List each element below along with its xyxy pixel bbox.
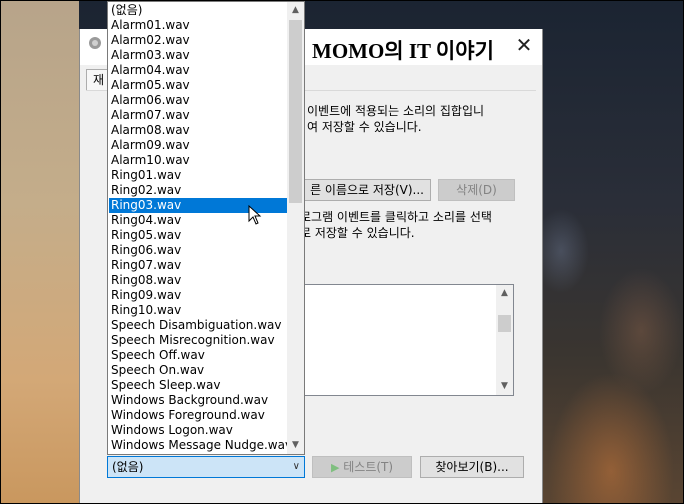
sound-options-list[interactable]: (없음) Alarm01.wav Alarm02.wav Alarm03.wav Ala… bbox=[107, 1, 305, 455]
events-scroll-thumb[interactable] bbox=[498, 315, 511, 332]
window-title: MOMO의 IT 이야기 bbox=[312, 39, 494, 63]
event-description: 로그램 이벤트를 클릭하고 소리를 선택 로 저장할 수 있습니다. bbox=[300, 210, 492, 240]
desktop-background-left bbox=[1, 1, 79, 503]
play-icon: ▶ bbox=[330, 461, 340, 474]
sound-option[interactable]: (없음) bbox=[109, 3, 287, 18]
sound-option[interactable]: Alarm10.wav bbox=[109, 153, 287, 168]
sound-option[interactable]: Alarm08.wav bbox=[109, 123, 287, 138]
speaker-icon bbox=[88, 36, 102, 50]
test-button[interactable]: ▶ 테스트(T) bbox=[312, 456, 412, 478]
sound-option[interactable]: Ring02.wav bbox=[109, 183, 287, 198]
sound-option[interactable]: Alarm05.wav bbox=[109, 78, 287, 93]
scroll-down-icon[interactable]: ▼ bbox=[287, 437, 304, 454]
sound-option[interactable]: Ring07.wav bbox=[109, 258, 287, 273]
sound-option[interactable]: Speech Off.wav bbox=[109, 348, 287, 363]
browse-button[interactable]: 찾아보기(B)... bbox=[420, 456, 524, 478]
options-scrollbar[interactable]: ▲ ▼ bbox=[287, 2, 304, 454]
events-scrollbar[interactable]: ▲ ▼ bbox=[496, 285, 513, 395]
options-container: (없음) Alarm01.wav Alarm02.wav Alarm03.wav Ala… bbox=[109, 3, 287, 453]
sound-option[interactable]: Ring10.wav bbox=[109, 303, 287, 318]
scroll-up-icon[interactable]: ▲ bbox=[287, 2, 304, 19]
options-scroll-thumb[interactable] bbox=[289, 20, 302, 203]
sound-option[interactable]: Ring05.wav bbox=[109, 228, 287, 243]
test-button-label: 테스트(T) bbox=[343, 460, 394, 474]
close-button[interactable]: ✕ bbox=[513, 34, 535, 56]
mouse-pointer-icon bbox=[248, 205, 262, 225]
sound-option[interactable]: Ring06.wav bbox=[109, 243, 287, 258]
sound-option[interactable]: Alarm09.wav bbox=[109, 138, 287, 153]
sound-option[interactable]: Speech Misrecognition.wav bbox=[109, 333, 287, 348]
sound-option[interactable]: Windows Foreground.wav bbox=[109, 408, 287, 423]
sound-option[interactable]: Ring09.wav bbox=[109, 288, 287, 303]
sound-option[interactable]: Speech Sleep.wav bbox=[109, 378, 287, 393]
scroll-up-icon[interactable]: ▲ bbox=[496, 285, 513, 302]
scheme-description: 이벤트에 적용되는 소리의 집합입니 여 저장할 수 있습니다. bbox=[307, 104, 485, 134]
sound-option[interactable]: Alarm06.wav bbox=[109, 93, 287, 108]
sound-option[interactable]: Ring01.wav bbox=[109, 168, 287, 183]
sound-select-value: (없음) bbox=[112, 460, 144, 474]
sound-option[interactable]: Windows Background.wav bbox=[109, 393, 287, 408]
sound-select[interactable]: (없음) ∨ bbox=[107, 456, 305, 478]
sound-option[interactable]: Speech On.wav bbox=[109, 363, 287, 378]
sound-option[interactable]: Speech Disambiguation.wav bbox=[109, 318, 287, 333]
sound-option[interactable]: Ring08.wav bbox=[109, 273, 287, 288]
sound-option[interactable]: Alarm03.wav bbox=[109, 48, 287, 63]
sound-option[interactable]: Alarm04.wav bbox=[109, 63, 287, 78]
delete-button[interactable]: 삭제(D) bbox=[438, 179, 515, 201]
scroll-down-icon[interactable]: ▼ bbox=[496, 378, 513, 395]
sound-option[interactable]: Alarm01.wav bbox=[109, 18, 287, 33]
sound-option[interactable]: Alarm07.wav bbox=[109, 108, 287, 123]
program-events-list[interactable]: ▲ ▼ bbox=[302, 284, 514, 396]
sound-option[interactable]: Windows Message Nudge.wav bbox=[109, 438, 287, 453]
screen: MOMO의 IT 이야기 ✕ 재 이벤트에 적용되는 소리의 집합입니 여 저장… bbox=[0, 0, 684, 504]
sound-option[interactable]: Alarm02.wav bbox=[109, 33, 287, 48]
chevron-down-icon: ∨ bbox=[292, 461, 300, 472]
save-as-button[interactable]: 른 이름으로 저장(V)... bbox=[285, 179, 431, 201]
sound-option[interactable]: Windows Logon.wav bbox=[109, 423, 287, 438]
